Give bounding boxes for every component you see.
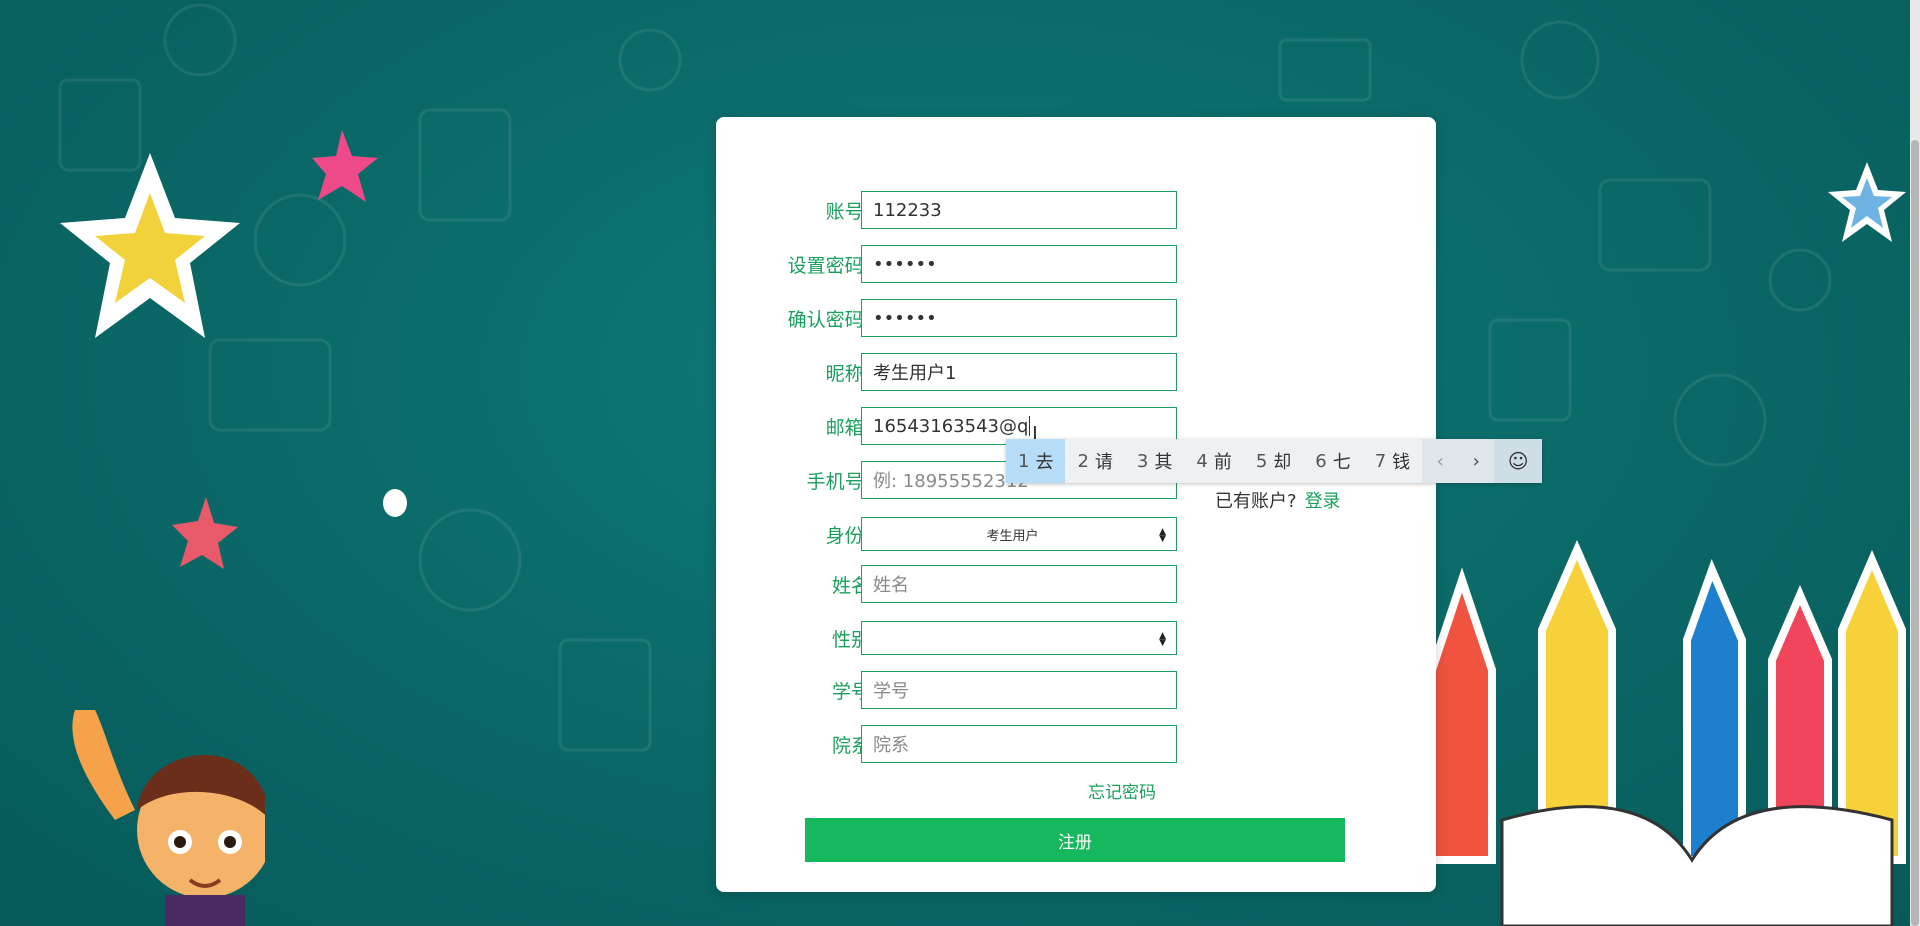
forgot-password-link[interactable]: 忘记密码 xyxy=(1088,778,1156,803)
pencils-illustration xyxy=(1428,540,1906,926)
select-arrows-icon: ▲ ▼ xyxy=(1159,527,1166,544)
register-button[interactable]: 注册 xyxy=(805,818,1345,862)
account-input[interactable]: 112233 xyxy=(861,191,1177,229)
ime-candidate[interactable]: 1去 xyxy=(1006,439,1066,483)
role-select[interactable]: 考生用户 ▲ ▼ xyxy=(861,517,1177,551)
login-link[interactable]: 登录 xyxy=(1305,491,1341,512)
row-nickname: 昵称: 考生用户1 xyxy=(716,353,1436,393)
ime-next-page-icon[interactable]: › xyxy=(1458,439,1495,483)
ime-candidate[interactable]: 3其 xyxy=(1125,439,1184,483)
star-decoration-red xyxy=(172,497,238,569)
star-decoration-blue xyxy=(1828,162,1906,242)
gender-select[interactable]: ▲ ▼ xyxy=(861,621,1177,655)
ime-candidate[interactable]: 2请 xyxy=(1065,439,1124,483)
row-student-id: 学号 学号 xyxy=(716,671,1436,711)
row-gender: 性别 ▲ ▼ xyxy=(716,619,1436,659)
row-account: 账号: 112233 xyxy=(716,191,1436,231)
ime-candidate[interactable]: 4前 xyxy=(1184,439,1243,483)
page-scrollbar[interactable] xyxy=(1910,0,1920,926)
ime-candidate-bar: 1去 2请 3其 4前 5却 6七 7钱 ‹ › ☺ xyxy=(1006,439,1543,483)
star-decoration-pink xyxy=(312,130,378,202)
ime-candidate[interactable]: 5却 xyxy=(1244,439,1303,483)
register-card: 账号: 112233 设置密码: •••••• 确认密码: •••••• 昵称:… xyxy=(716,117,1436,892)
ime-candidate[interactable]: 7钱 xyxy=(1363,439,1422,483)
row-password: 设置密码: •••••• xyxy=(716,245,1436,285)
boy-illustration xyxy=(72,710,265,926)
row-department: 院系 院系 xyxy=(716,725,1436,765)
password-label: 设置密码: xyxy=(787,255,870,277)
select-arrows-icon: ▲ ▼ xyxy=(1159,631,1166,648)
have-account-text: 已有账户? xyxy=(1215,491,1297,512)
name-input[interactable]: 姓名 xyxy=(861,565,1177,603)
confirm-password-label: 确认密码: xyxy=(787,309,870,331)
password-input[interactable]: •••••• xyxy=(861,245,1177,283)
row-role: 身份: 考生用户 ▲ ▼ xyxy=(716,515,1436,555)
ime-candidate[interactable]: 6七 xyxy=(1303,439,1362,483)
scrollbar-thumb[interactable] xyxy=(1911,140,1919,926)
ime-emoji-icon[interactable]: ☺ xyxy=(1494,439,1543,483)
dot-decoration xyxy=(383,489,407,517)
ime-prev-page-icon[interactable]: ‹ xyxy=(1422,439,1459,483)
nickname-input[interactable]: 考生用户1 xyxy=(861,353,1177,391)
department-input[interactable]: 院系 xyxy=(861,725,1177,763)
confirm-password-input[interactable]: •••••• xyxy=(861,299,1177,337)
star-decoration-large xyxy=(60,153,240,338)
text-caret xyxy=(1029,416,1031,436)
student-id-input[interactable]: 学号 xyxy=(861,671,1177,709)
row-confirm-password: 确认密码: •••••• xyxy=(716,299,1436,339)
row-name: 姓名 姓名 xyxy=(716,565,1436,605)
have-account-prompt: 已有账户? 登录 xyxy=(1215,487,1341,513)
